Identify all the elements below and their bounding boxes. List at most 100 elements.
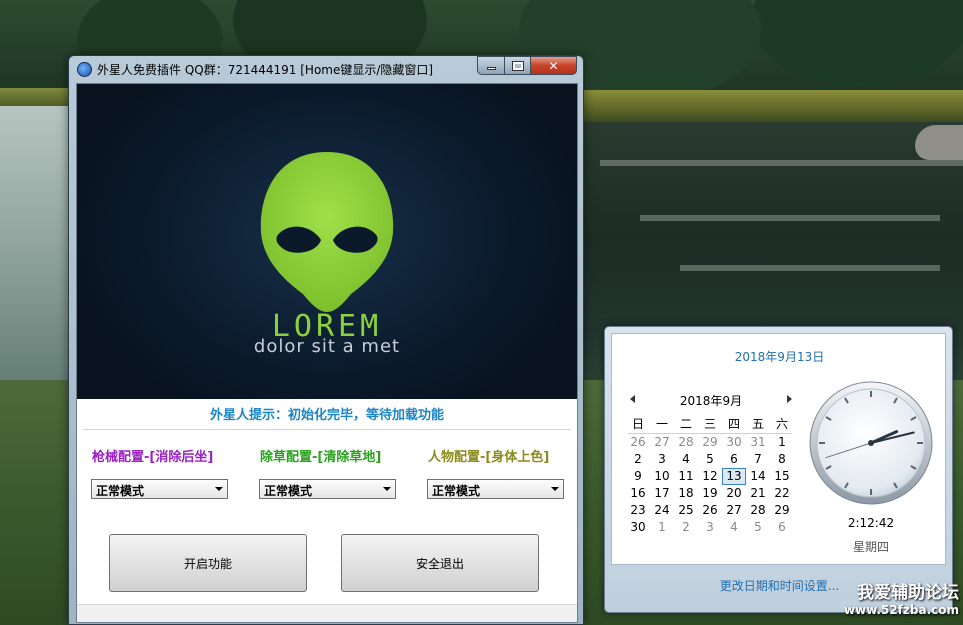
calendar-day[interactable]: 3 xyxy=(698,519,722,536)
full-date-link[interactable]: 2018年9月13日 xyxy=(612,348,947,365)
calendar-weekday: 五 xyxy=(751,417,764,431)
clock-time: 2:12:42 xyxy=(847,516,895,530)
grass-config-select[interactable]: 正常模式 xyxy=(259,479,396,499)
calendar-day[interactable]: 19 xyxy=(698,485,722,502)
calendar-day[interactable]: 24 xyxy=(650,502,674,519)
calendar-header: 2018年9月 xyxy=(626,392,796,408)
close-button[interactable]: ✕ xyxy=(531,56,577,75)
calendar-day[interactable]: 15 xyxy=(770,468,794,485)
banner: LOREM dolor sit a met xyxy=(77,84,577,399)
calendar-weekday: 六 xyxy=(775,417,788,431)
wallpaper-reflection xyxy=(680,265,940,271)
calendar-day[interactable]: 9 xyxy=(626,468,650,485)
gun-config-select[interactable]: 正常模式 xyxy=(91,479,228,499)
calendar-day[interactable]: 10 xyxy=(650,468,674,485)
datetime-flyout: 2018年9月13日 2018年9月 日一二三四五六 26 27 28 29 30 31 1… xyxy=(604,326,953,613)
character-config-label: 人物配置-[身体上色] xyxy=(428,450,550,465)
calendar-weekday-row: 日一二三四五六 xyxy=(626,416,794,433)
calendar-week-row: 23 24 25 26 27 28 29 xyxy=(626,502,794,519)
watermark: 我爱辅助论坛 www.52fzba.com xyxy=(844,578,959,617)
calendar-day[interactable]: 30 xyxy=(722,434,746,451)
datetime-panel: 2018年9月13日 2018年9月 日一二三四五六 26 27 28 29 30 31 1… xyxy=(611,333,946,565)
calendar-weekday: 二 xyxy=(679,417,692,431)
calendar-day[interactable]: 8 xyxy=(770,451,794,468)
wallpaper-water-left xyxy=(0,100,75,400)
calendar-day[interactable]: 28 xyxy=(674,434,698,451)
wallpaper-grass xyxy=(580,90,963,122)
calendar-grid: 日一二三四五六 26 27 28 29 30 31 1 2 3 4 5 6 7 8 9 10 11 12 13 14 1… xyxy=(626,416,794,536)
calendar-day[interactable]: 28 xyxy=(746,502,770,519)
calendar-day[interactable]: 12 xyxy=(698,468,722,485)
status-hint: 外星人提示：初始化完毕，等待加载功能 xyxy=(209,408,444,423)
calendar-day[interactable]: 4 xyxy=(722,519,746,536)
calendar-day[interactable]: 13 xyxy=(722,468,746,485)
title-bar[interactable]: 外星人免费插件 QQ群：721444191 [Home键显示/隐藏窗口] ✕ xyxy=(69,56,583,82)
calendar-weekday: 四 xyxy=(727,417,740,431)
calendar-day[interactable]: 1 xyxy=(650,519,674,536)
calendar-week-row: 16 17 18 19 20 21 22 xyxy=(626,485,794,502)
calendar-week-row: 2345678 xyxy=(626,451,794,468)
calendar-day[interactable]: 1 xyxy=(770,434,794,451)
grass-config-label: 除草配置-[清除草地] xyxy=(260,450,382,465)
calendar-weekday: 日 xyxy=(631,417,644,431)
calendar-day[interactable]: 20 xyxy=(722,485,746,502)
app-window: 外星人免费插件 QQ群：721444191 [Home键显示/隐藏窗口] ✕ L… xyxy=(68,55,584,625)
maximize-icon xyxy=(511,60,524,71)
calendar-day[interactable]: 3 xyxy=(650,451,674,468)
calendar-day[interactable]: 26 xyxy=(626,434,650,451)
calendar-day[interactable]: 26 xyxy=(698,502,722,519)
alien-logo-icon xyxy=(260,152,394,312)
calendar-day[interactable]: 22 xyxy=(770,485,794,502)
calendar-week-row: 26 27 28 29 30 31 1 xyxy=(626,434,794,451)
calendar-day[interactable]: 21 xyxy=(746,485,770,502)
wallpaper-grass-left xyxy=(0,88,75,106)
calendar-day[interactable]: 11 xyxy=(674,468,698,485)
calendar-day[interactable]: 29 xyxy=(698,434,722,451)
calendar-day[interactable]: 6 xyxy=(770,519,794,536)
window-client-area: LOREM dolor sit a met 外星人提示：初始化完毕，等待加载功能… xyxy=(76,83,578,623)
calendar-day[interactable]: 2 xyxy=(626,451,650,468)
calendar-weekday: 三 xyxy=(703,417,716,431)
minimize-button[interactable] xyxy=(477,56,505,75)
gun-config-label: 枪械配置-[消除后坐] xyxy=(92,450,214,465)
gun-config-value: 正常模式 xyxy=(96,484,145,498)
calendar-day[interactable]: 30 xyxy=(626,519,650,536)
calendar-day[interactable]: 17 xyxy=(650,485,674,502)
app-icon[interactable] xyxy=(77,62,92,77)
calendar-weeks: 26 27 28 29 30 31 1 2 3 4 5 6 7 8 9 10 11 12 13 14 15 16 17 18 1… xyxy=(626,434,794,536)
chevron-down-icon xyxy=(383,487,391,491)
calendar-day[interactable]: 29 xyxy=(770,502,794,519)
calendar-day[interactable]: 27 xyxy=(650,434,674,451)
calendar-day[interactable]: 18 xyxy=(674,485,698,502)
calendar-day[interactable]: 25 xyxy=(674,502,698,519)
start-button[interactable]: 开启功能 xyxy=(109,534,307,592)
window-controls: ✕ xyxy=(477,56,577,75)
calendar-day[interactable]: 7 xyxy=(746,451,770,468)
calendar-day[interactable]: 27 xyxy=(722,502,746,519)
calendar-week-row: 9 10 11 12 13 14 15 xyxy=(626,468,794,485)
calendar-day[interactable]: 2 xyxy=(674,519,698,536)
calendar-day[interactable]: 6 xyxy=(722,451,746,468)
calendar-month-title[interactable]: 2018年9月 xyxy=(626,392,796,409)
watermark-url: www.52fzba.com xyxy=(843,603,959,617)
minimize-icon xyxy=(486,67,496,70)
chevron-down-icon xyxy=(215,487,223,491)
watermark-title: 我爱辅助论坛 xyxy=(857,583,959,603)
calendar-day[interactable]: 31 xyxy=(746,434,770,451)
calendar-day[interactable]: 14 xyxy=(746,468,770,485)
calendar-day[interactable]: 4 xyxy=(674,451,698,468)
calendar-day[interactable]: 23 xyxy=(626,502,650,519)
chevron-right-icon[interactable] xyxy=(787,395,792,403)
wallpaper-rock xyxy=(915,125,963,160)
calendar-day[interactable]: 5 xyxy=(698,451,722,468)
calendar-day[interactable]: 16 xyxy=(626,485,650,502)
exit-button[interactable]: 安全退出 xyxy=(341,534,539,592)
calendar-week-row: 30 1 2 3 4 5 6 xyxy=(626,519,794,536)
character-config-value: 正常模式 xyxy=(432,484,481,498)
character-config-select[interactable]: 正常模式 xyxy=(427,479,564,499)
status-bar xyxy=(77,604,577,622)
grass-config-value: 正常模式 xyxy=(264,484,313,498)
divider xyxy=(83,429,571,430)
calendar-day[interactable]: 5 xyxy=(746,519,770,536)
maximize-button[interactable] xyxy=(505,56,531,75)
